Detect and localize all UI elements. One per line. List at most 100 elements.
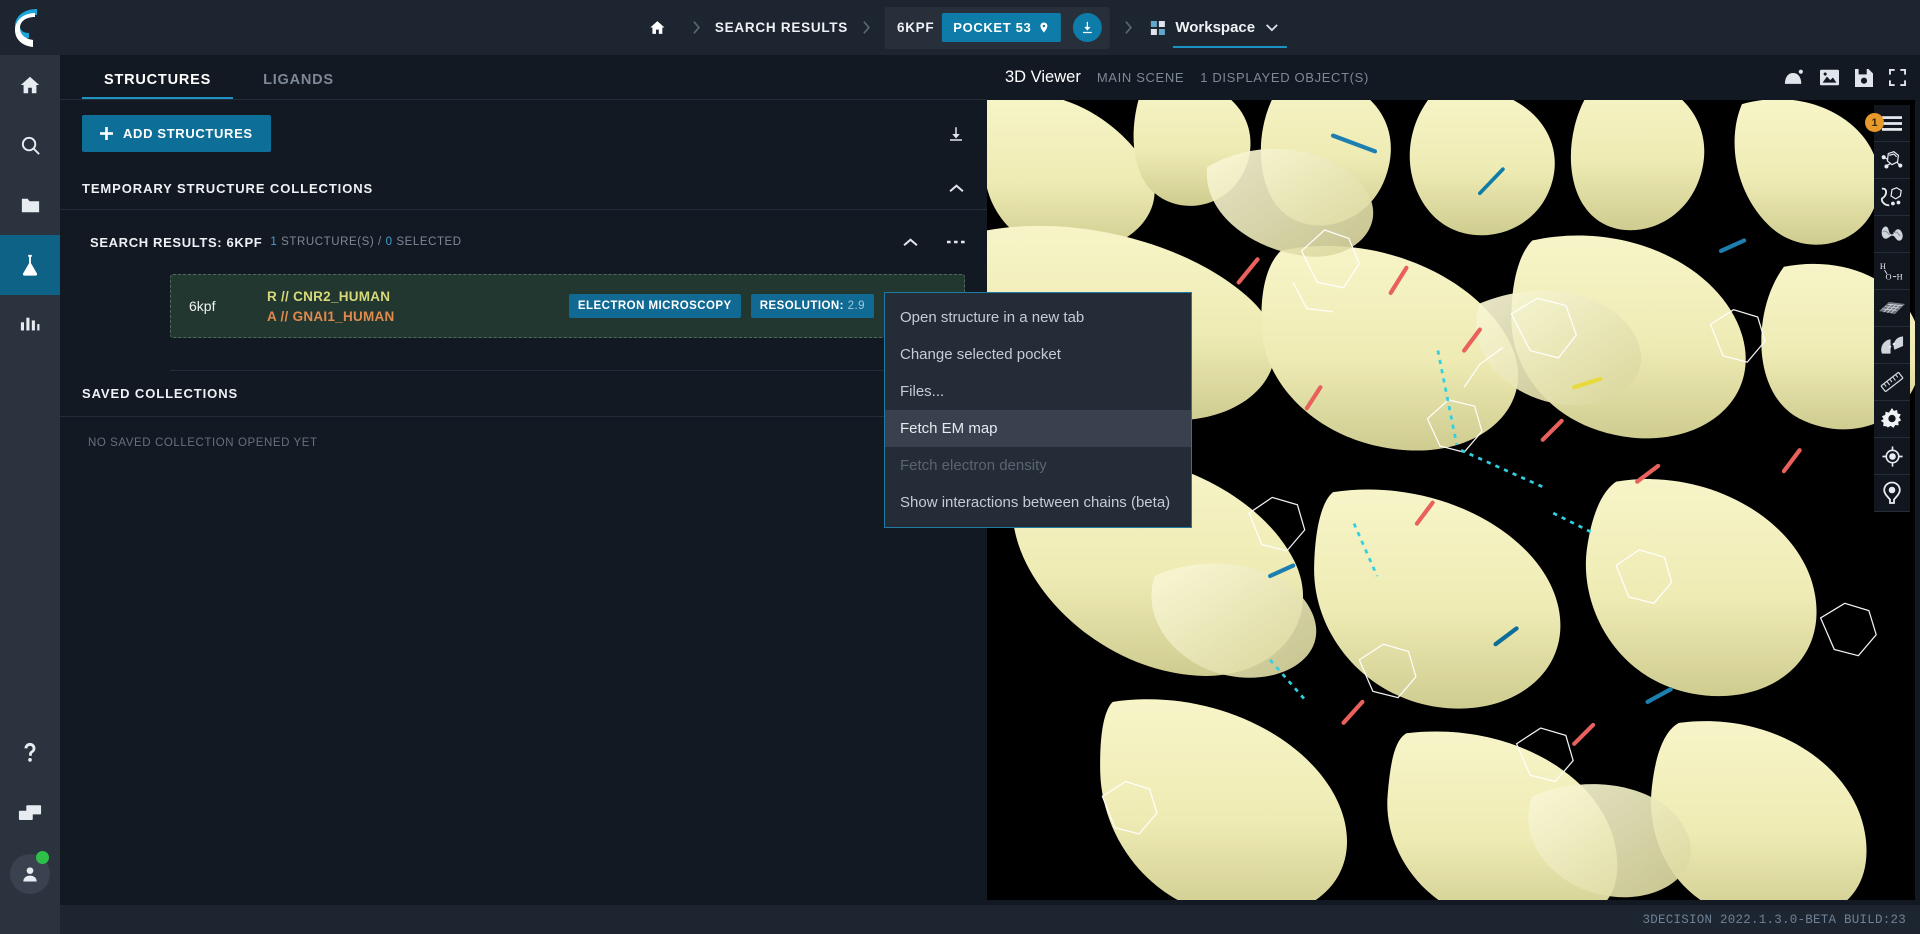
download-icon — [1083, 21, 1093, 34]
collection-header-search-results[interactable]: SEARCH RESULTS: 6KPF 1 STRUCTURE(S) / 0 … — [60, 210, 987, 274]
structure-card-6kpf[interactable]: 6kpf R // CNR2_HUMAN A // GNAI1_HUMAN EL… — [170, 274, 965, 338]
collection-actions — [902, 237, 965, 248]
viewer-tool-surface-grid[interactable] — [1874, 290, 1910, 327]
tab-structures[interactable]: STRUCTURES — [82, 72, 234, 99]
workspace-label: Workspace — [1175, 19, 1256, 36]
user-icon — [23, 867, 37, 882]
workspace-selector[interactable]: Workspace — [1147, 19, 1288, 48]
viewer-tool-ruler[interactable] — [1874, 364, 1910, 401]
viewer-tool-ligand-interaction[interactable] — [1874, 179, 1910, 216]
download-structure-button[interactable] — [1073, 13, 1103, 42]
viewer-tool-settings[interactable] — [1874, 401, 1910, 438]
app-logo[interactable] — [0, 0, 60, 55]
ctx-files[interactable]: Files... — [885, 373, 1191, 410]
collection-selected: 0 — [385, 236, 393, 248]
viewer-header: 3D Viewer MAIN SCENE 1 DISPLAYED OBJECT(… — [987, 55, 1920, 100]
app-root: SEARCH RESULTS 6KPF POCKET 53 Workspace — [0, 0, 1920, 934]
rail-item-messages[interactable] — [0, 783, 60, 843]
water-icon: HO H — [1880, 262, 1903, 281]
saved-collections-title: SAVED COLLECTIONS — [82, 386, 239, 401]
rail-item-home[interactable] — [0, 55, 60, 115]
breadcrumb: SEARCH RESULTS 6KPF POCKET 53 Workspace — [637, 0, 1288, 55]
image-export-icon[interactable] — [1820, 69, 1839, 86]
contacts-icon — [1880, 336, 1903, 354]
map-pin-icon — [1040, 22, 1048, 33]
pocket-chip-label: POCKET 53 — [953, 20, 1032, 35]
method-tag: ELECTRON MICROSCOPY — [568, 294, 741, 318]
structure-card-chains: R // CNR2_HUMAN A // GNAI1_HUMAN — [267, 289, 395, 324]
rail-item-structures[interactable] — [0, 235, 60, 295]
temporary-collections-title: TEMPORARY STRUCTURE COLLECTIONS — [82, 181, 374, 196]
viewer-tool-menu[interactable]: 1 — [1865, 105, 1910, 142]
chevron-up-icon — [903, 237, 918, 246]
fullscreen-icon[interactable] — [1889, 69, 1906, 86]
left-rail — [0, 55, 60, 905]
plus-icon — [100, 127, 113, 140]
chart-icon — [20, 317, 40, 331]
resolution-tag: RESOLUTION: 2.9 — [750, 294, 874, 318]
ctx-show-interactions-between-chains[interactable]: Show interactions between chains (beta) — [885, 484, 1191, 521]
breadcrumb-pdb-id[interactable]: 6KPF — [897, 20, 934, 35]
chain-label-1: R // CNR2_HUMAN — [267, 288, 391, 304]
structures-panel: STRUCTURES LIGANDS ADD STRUCTURES TEMPOR… — [60, 55, 987, 905]
home-icon — [20, 76, 40, 94]
collection-selected-label: SELECTED — [392, 236, 462, 248]
viewer-tool-ribbon[interactable] — [1874, 216, 1910, 253]
chevron-up-icon[interactable] — [948, 183, 965, 194]
surface-grid-icon — [1879, 301, 1905, 315]
breadcrumb-separator-1 — [678, 20, 715, 35]
notification-badge: 1 — [1865, 113, 1884, 132]
pocket-chip[interactable]: POCKET 53 — [942, 13, 1062, 42]
viewer-title: 3D Viewer — [1005, 68, 1081, 86]
viewer-header-tools — [1784, 68, 1906, 87]
hide-surface-icon[interactable] — [1784, 69, 1804, 86]
panel-content: ADD STRUCTURES TEMPORARY STRUCTURE COLLE… — [60, 100, 987, 905]
temporary-collections-header[interactable]: TEMPORARY STRUCTURE COLLECTIONS — [60, 168, 987, 210]
viewer-scene-name: MAIN SCENE — [1096, 70, 1185, 85]
export-structures-button[interactable] — [947, 125, 965, 143]
ctx-change-selected-pocket[interactable]: Change selected pocket — [885, 336, 1191, 373]
add-structures-button[interactable]: ADD STRUCTURES — [82, 115, 271, 152]
panel-tabs: STRUCTURES LIGANDS — [60, 55, 987, 100]
avatar-wrap — [0, 843, 60, 905]
rail-item-help[interactable] — [0, 723, 60, 783]
home-icon[interactable] — [637, 19, 678, 36]
saved-collections-header[interactable]: SAVED COLLECTIONS — [60, 371, 987, 417]
top-bar: SEARCH RESULTS 6KPF POCKET 53 Workspace — [0, 0, 1920, 55]
viewer-object-count: 1 DISPLAYED OBJECT(S) — [1200, 70, 1369, 85]
ctx-fetch-em-map[interactable]: Fetch EM map — [885, 410, 1191, 447]
status-bar: 3DECISION 2022.1.3.0-BETA BUILD:23 — [0, 905, 1920, 934]
svg-text:H: H — [1897, 272, 1903, 281]
menu-icon — [1882, 115, 1902, 131]
ruler-icon — [1880, 371, 1904, 393]
tab-ligands[interactable]: LIGANDS — [241, 72, 356, 99]
collection-meta: 1 STRUCTURE(S) / 0 SELECTED — [270, 236, 461, 248]
center-target-icon — [1881, 445, 1903, 467]
collection-collapse-button[interactable] — [902, 237, 919, 248]
viewer-tool-molecule[interactable] — [1874, 142, 1910, 179]
status-bar-rail-fill — [0, 905, 60, 934]
add-structures-label: ADD STRUCTURES — [123, 126, 253, 141]
breadcrumb-separator-3 — [1110, 20, 1147, 35]
ribbon-icon — [1881, 226, 1903, 241]
chat-icon — [18, 804, 42, 820]
chevron-down-icon — [1266, 24, 1278, 32]
ctx-open-structure-new-tab[interactable]: Open structure in a new tab — [885, 299, 1191, 336]
collection-more-button[interactable] — [947, 239, 965, 245]
collection-count-label: STRUCTURE(S) / — [277, 236, 386, 248]
breadcrumb-separator-2 — [848, 20, 885, 35]
structure-card-pdb-id: 6kpf — [189, 298, 216, 314]
viewer-tool-contacts[interactable] — [1874, 327, 1910, 364]
viewer-tool-water[interactable]: HOH — [1874, 253, 1910, 290]
workspace-underline — [1173, 46, 1288, 48]
rail-item-projects[interactable] — [0, 175, 60, 235]
viewer-tool-pocket-pin[interactable] — [1874, 475, 1910, 512]
save-icon[interactable] — [1855, 68, 1873, 87]
breadcrumb-search-results[interactable]: SEARCH RESULTS — [715, 20, 848, 35]
saved-collections-empty: NO SAVED COLLECTION OPENED YET — [88, 437, 318, 449]
viewer-tool-center[interactable] — [1874, 438, 1910, 475]
grid-icon — [1151, 20, 1166, 35]
rail-item-analytics[interactable] — [0, 295, 60, 355]
structure-context-menu: Open structure in a new tab Change selec… — [884, 292, 1192, 528]
rail-item-search[interactable] — [0, 115, 60, 175]
